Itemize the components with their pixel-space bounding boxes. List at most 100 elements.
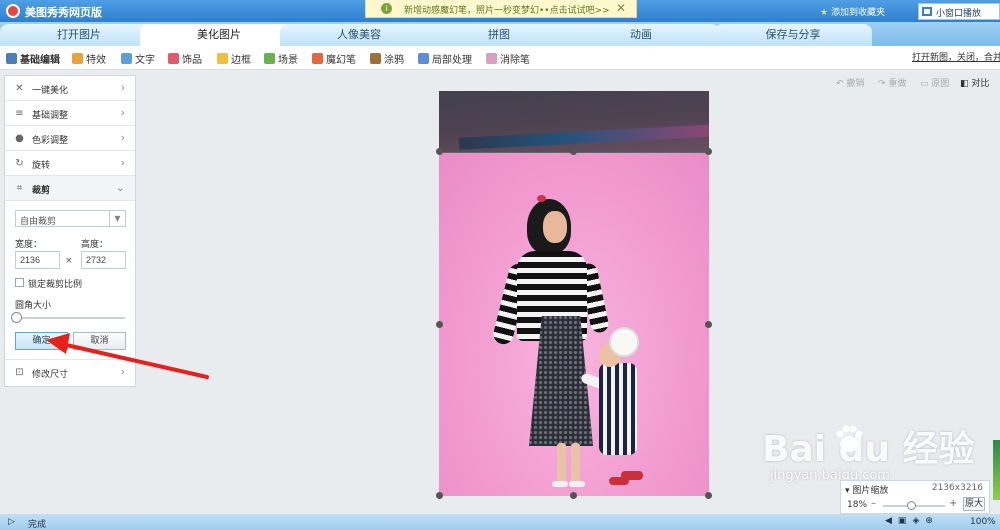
- tab-beautify-image[interactable]: 美化图片: [140, 24, 298, 46]
- tab-collage[interactable]: 拼图: [420, 24, 578, 46]
- undo-label: 撤销: [846, 79, 865, 89]
- browser-zoom[interactable]: 100%: [970, 517, 996, 527]
- crop-height-input[interactable]: [81, 251, 126, 269]
- panel-item-crop[interactable]: ⌗ 裁剪 ⌄: [5, 176, 135, 201]
- tool-text[interactable]: 文字: [121, 51, 155, 66]
- network-icon[interactable]: ▣: [898, 516, 913, 526]
- panel-item-one-click-beautify[interactable]: ✕ 一键美化 ›: [5, 76, 135, 101]
- crop-handle-top-right[interactable]: [705, 148, 712, 155]
- main-tab-bar: 打开图片 美化图片 人像美容 拼图 动画 保存与分享: [0, 22, 1000, 46]
- notice-text[interactable]: 新增动感魔幻笔，照片一秒变梦幻••点击试试吧>>: [404, 3, 610, 16]
- tool-accessory[interactable]: 饰品: [168, 51, 202, 66]
- crop-handle-top[interactable]: [570, 148, 577, 155]
- eraser-icon: [486, 53, 497, 64]
- tab-open-image[interactable]: 打开图片: [0, 24, 158, 46]
- crop-handle-bottom-right[interactable]: [705, 492, 712, 499]
- rotate-icon: ↻: [15, 158, 24, 169]
- panel-item-label: 基础调整: [32, 111, 69, 121]
- chevron-right-icon: ›: [120, 365, 125, 378]
- crop-icon: ⌗: [16, 183, 23, 194]
- tool-scene[interactable]: 场景: [264, 51, 298, 66]
- crop-mode-value: 自由裁剪: [20, 217, 57, 227]
- tool-label: 文字: [135, 55, 155, 66]
- open-new-image-link[interactable]: 打开新图，关闭，合并: [912, 50, 1000, 63]
- tab-animation[interactable]: 动画: [562, 24, 720, 46]
- window-icon: [922, 7, 932, 16]
- width-label: 宽度：: [15, 240, 43, 250]
- zoom-out-icon[interactable]: –: [871, 498, 876, 509]
- original-button[interactable]: ▭ 原图: [920, 76, 949, 89]
- play-icon[interactable]: ▷: [8, 517, 15, 527]
- add-favorite-link[interactable]: ★ 添加到收藏夹: [820, 5, 885, 18]
- tool-doodle[interactable]: 涂鸦: [370, 51, 404, 66]
- local-process-icon: [418, 53, 429, 64]
- crop-handle-right[interactable]: [705, 321, 712, 328]
- panel-item-basic-adjust[interactable]: ≡ 基础调整 ›: [5, 101, 135, 126]
- crop-width-input[interactable]: [15, 251, 60, 269]
- tool-effects[interactable]: 特效: [72, 51, 106, 66]
- tool-label: 场景: [278, 55, 298, 66]
- shield-icon[interactable]: ◈: [912, 516, 925, 526]
- app-title: 美图秀秀网页版: [25, 6, 102, 19]
- tool-magic-pen[interactable]: 魔幻笔: [312, 51, 356, 66]
- tool-label: 边框: [231, 55, 251, 66]
- panel-item-rotate[interactable]: ↻ 旋转 ›: [5, 151, 135, 176]
- undo-button[interactable]: ↶ 撤销: [836, 76, 864, 89]
- times-sign: ×: [65, 256, 73, 266]
- effects-icon: [72, 53, 83, 64]
- volume-icon[interactable]: ◀: [885, 516, 898, 526]
- status-text: 完成: [28, 520, 47, 530]
- tool-basic-edit[interactable]: 基础编辑: [6, 51, 60, 66]
- original-size-button[interactable]: 原大: [963, 497, 985, 511]
- panel-item-resize[interactable]: ⊡ 修改尺寸 ›: [5, 359, 135, 384]
- chevron-right-icon: ›: [120, 131, 125, 144]
- baidu-paw-icon: [836, 425, 863, 452]
- confirm-button[interactable]: 确定: [15, 332, 68, 350]
- zoom-in-icon[interactable]: +: [949, 498, 957, 509]
- sliders-icon: ≡: [15, 108, 24, 119]
- zoom-title: ▾ 图片缩放: [845, 486, 889, 496]
- cancel-button[interactable]: 取消: [73, 332, 126, 350]
- status-bar: ▷ 完成 ◀▣◈⊕ 100%: [0, 514, 1000, 530]
- notice-banner[interactable]: i 新增动感魔幻笔，照片一秒变梦幻••点击试试吧>> ✕: [365, 0, 637, 18]
- close-icon[interactable]: ✕: [616, 1, 626, 15]
- tool-local-process[interactable]: 局部处理: [418, 51, 472, 66]
- chevron-right-icon: ›: [120, 81, 125, 94]
- mini-window-button[interactable]: 小窗口播放: [918, 3, 1000, 20]
- zoom-title-label: 图片缩放: [852, 486, 889, 496]
- redo-button[interactable]: ↷ 重做: [878, 76, 906, 89]
- lock-ratio-checkbox[interactable]: [15, 278, 24, 287]
- panel-item-color-adjust[interactable]: ● 色彩调整 ›: [5, 126, 135, 151]
- chevron-right-icon: ›: [120, 106, 125, 119]
- tool-frame[interactable]: 边框: [217, 51, 251, 66]
- tool-eraser[interactable]: 消除笔: [486, 51, 530, 66]
- panel-item-label: 旋转: [32, 161, 51, 171]
- corner-radius-slider[interactable]: [17, 317, 125, 319]
- crop-mode-select[interactable]: 自由裁剪 ▼: [15, 210, 126, 227]
- tool-label: 基础编辑: [20, 55, 60, 66]
- corner-radius-slider-knob[interactable]: [11, 312, 22, 323]
- tool-label: 消除笔: [500, 55, 530, 66]
- edit-toolbar: 基础编辑 特效 文字 饰品 边框 场景 魔幻笔 涂鸦 局部处理 消除笔 打开新图…: [0, 46, 1000, 70]
- tool-label: 涂鸦: [384, 55, 404, 66]
- add-favorite-label: 添加到收藏夹: [830, 8, 885, 18]
- crop-handle-bottom-left[interactable]: [436, 492, 443, 499]
- palette-icon: ●: [15, 133, 24, 144]
- zoom-widget: ▾ 图片缩放 2136x3216 18% – + 原大: [840, 480, 990, 514]
- tab-save-share[interactable]: 保存与分享: [714, 24, 872, 46]
- tab-portrait[interactable]: 人像美容: [280, 24, 438, 46]
- status-icons: ◀▣◈⊕: [885, 516, 939, 526]
- crop-handle-top-left[interactable]: [436, 148, 443, 155]
- lock-ratio-label: 锁定裁剪比例: [28, 280, 83, 290]
- chevron-right-icon: ›: [120, 156, 125, 169]
- tool-label: 特效: [86, 55, 106, 66]
- globe-icon[interactable]: ⊕: [925, 516, 939, 526]
- panel-item-label: 修改尺寸: [32, 370, 69, 380]
- title-bar: 美图秀秀网页版 i 新增动感魔幻笔，照片一秒变梦幻••点击试试吧>> ✕ ★ 添…: [0, 0, 1000, 22]
- doodle-icon: [370, 53, 381, 64]
- cropped-out-region: [439, 91, 709, 152]
- crop-handle-left[interactable]: [436, 321, 443, 328]
- compare-button[interactable]: ◧ 对比: [960, 76, 989, 89]
- crop-handle-bottom[interactable]: [570, 492, 577, 499]
- zoom-slider-knob[interactable]: [907, 501, 916, 510]
